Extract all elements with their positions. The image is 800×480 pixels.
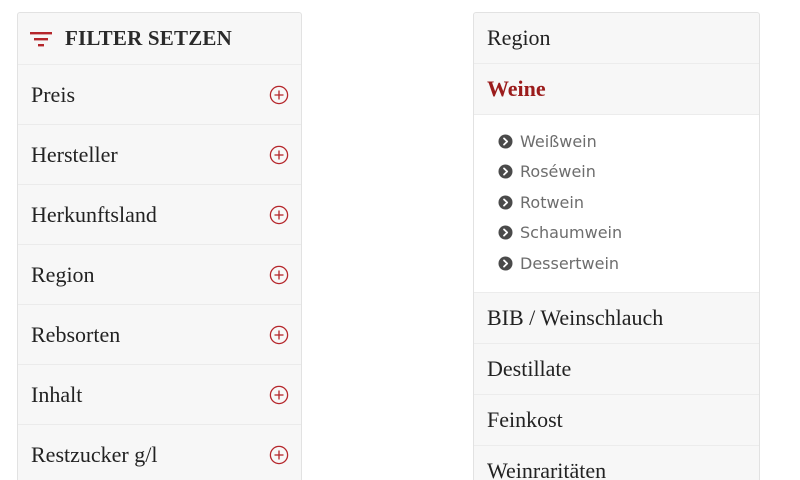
plus-circle-icon[interactable] — [269, 145, 289, 165]
subcategory-item-weisswein[interactable]: Weißwein — [498, 126, 759, 157]
filter-item-restzucker[interactable]: Restzucker g/l — [18, 425, 301, 480]
chevron-right-circle-icon — [498, 164, 513, 179]
filter-item-label: Restzucker g/l — [31, 441, 158, 467]
subcategory-item-schaumwein[interactable]: Schaumwein — [498, 218, 759, 249]
category-item-weinraritaeten[interactable]: Weinraritäten — [474, 446, 759, 480]
subcategory-label: Roséwein — [520, 162, 596, 182]
chevron-right-circle-icon — [498, 256, 513, 271]
category-panel: Region Weine Weißwein Roséwein Rotwein S… — [473, 12, 760, 480]
category-item-weine[interactable]: Weine — [474, 64, 759, 115]
subcategory-label: Weißwein — [520, 131, 597, 151]
plus-circle-icon[interactable] — [269, 265, 289, 285]
filter-item-preis[interactable]: Preis — [18, 65, 301, 125]
filter-item-inhalt[interactable]: Inhalt — [18, 365, 301, 425]
filter-item-label: Preis — [31, 81, 75, 107]
filter-item-label: Rebsorten — [31, 321, 121, 347]
category-item-feinkost[interactable]: Feinkost — [474, 395, 759, 446]
chevron-right-circle-icon — [498, 134, 513, 149]
subcategory-item-rosewein[interactable]: Roséwein — [498, 157, 759, 188]
plus-circle-icon[interactable] — [269, 85, 289, 105]
filter-icon — [30, 31, 52, 46]
chevron-right-circle-icon — [498, 225, 513, 240]
plus-circle-icon[interactable] — [269, 205, 289, 225]
filter-item-herkunftsland[interactable]: Herkunftsland — [18, 185, 301, 245]
filter-header[interactable]: FILTER SETZEN — [18, 13, 301, 65]
subcategory-list: Weißwein Roséwein Rotwein Schaumwein Des… — [474, 115, 759, 293]
subcategory-label: Rotwein — [520, 192, 584, 212]
filter-panel: FILTER SETZEN Preis Hersteller Herkunfts… — [17, 12, 302, 480]
plus-circle-icon[interactable] — [269, 445, 289, 465]
filter-item-hersteller[interactable]: Hersteller — [18, 125, 301, 185]
category-item-bib-weinschlauch[interactable]: BIB / Weinschlauch — [474, 293, 759, 344]
filter-item-region[interactable]: Region — [18, 245, 301, 305]
plus-circle-icon[interactable] — [269, 325, 289, 345]
filter-item-label: Inhalt — [31, 381, 83, 407]
category-item-destillate[interactable]: Destillate — [474, 344, 759, 395]
subcategory-item-rotwein[interactable]: Rotwein — [498, 187, 759, 218]
subcategory-label: Dessertwein — [520, 253, 620, 273]
chevron-right-circle-icon — [498, 195, 513, 210]
plus-circle-icon[interactable] — [269, 385, 289, 405]
subcategory-label: Schaumwein — [520, 223, 623, 243]
category-item-region[interactable]: Region — [474, 13, 759, 64]
filter-item-label: Herkunftsland — [31, 201, 157, 227]
filter-item-label: Region — [31, 261, 95, 287]
subcategory-item-dessertwein[interactable]: Dessertwein — [498, 248, 759, 279]
filter-item-label: Hersteller — [31, 141, 118, 167]
filter-title: FILTER SETZEN — [65, 26, 232, 50]
filter-item-rebsorten[interactable]: Rebsorten — [18, 305, 301, 365]
